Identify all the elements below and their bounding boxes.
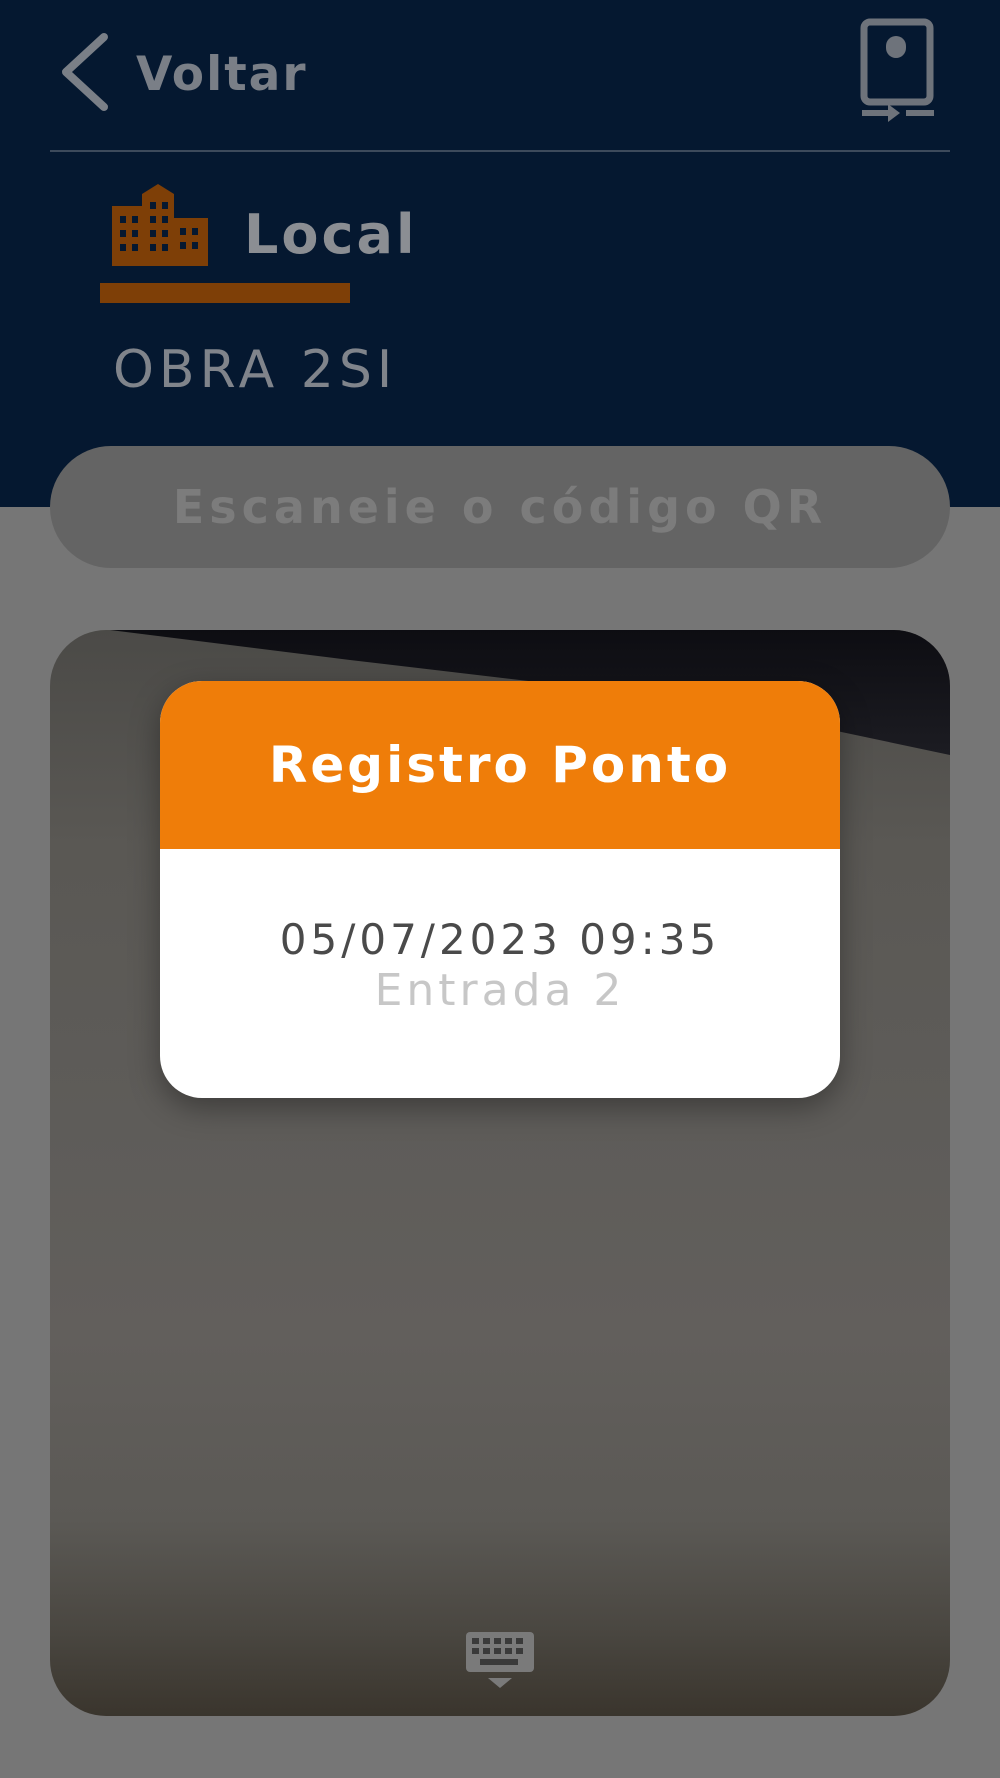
chevron-left-icon bbox=[62, 33, 108, 111]
scan-qr-label: Escaneie o código QR bbox=[172, 480, 828, 534]
dialog-body: 05/07/2023 09:35 Entrada 2 bbox=[160, 849, 840, 1098]
site-name: OBRA 2SI bbox=[113, 340, 398, 400]
dialog-title: Registro Ponto bbox=[268, 736, 732, 794]
device-switch-icon[interactable] bbox=[858, 18, 938, 126]
keyboard-icon[interactable] bbox=[464, 1630, 536, 1690]
dialog-entry-type: Entrada 2 bbox=[374, 965, 626, 1016]
scan-qr-banner: Escaneie o código QR bbox=[50, 446, 950, 568]
dialog-header: Registro Ponto bbox=[160, 681, 840, 849]
building-icon bbox=[112, 184, 208, 266]
back-label: Voltar bbox=[136, 46, 308, 102]
location-underline bbox=[100, 283, 350, 303]
back-button[interactable]: Voltar bbox=[52, 22, 342, 122]
registro-ponto-dialog[interactable]: Registro Ponto 05/07/2023 09:35 Entrada … bbox=[160, 681, 840, 1098]
dialog-datetime: 05/07/2023 09:35 bbox=[279, 915, 721, 964]
location-title: Local bbox=[244, 203, 418, 266]
header-divider bbox=[50, 150, 950, 152]
